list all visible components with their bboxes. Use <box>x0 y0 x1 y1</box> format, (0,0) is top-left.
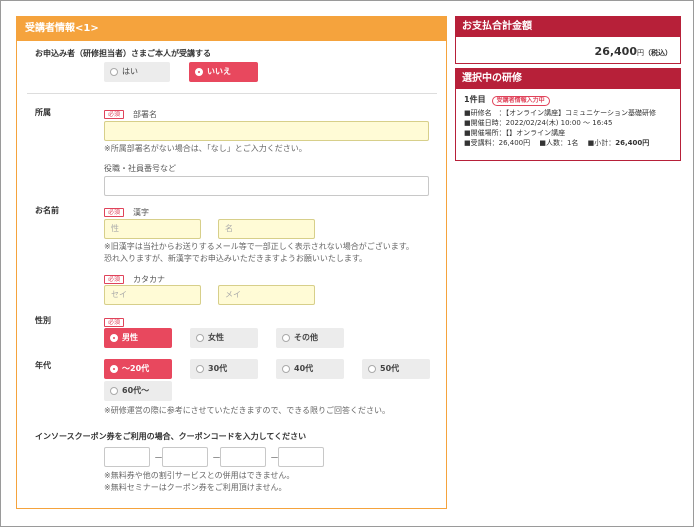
age-40s-label: 40代 <box>294 364 314 373</box>
kanji-note-2: 恐れ入りますが、新漢字でお申込みいただきますようお願いいたします。 <box>104 254 368 263</box>
radio-selected-icon <box>110 334 118 342</box>
course-panel-title: 選択中の研修 <box>456 69 680 89</box>
coupon-input-1[interactable] <box>104 447 150 467</box>
kana-first-input[interactable]: メイ <box>218 285 315 305</box>
form-header: 受講者情報<1> <box>17 17 446 41</box>
course-number: 1件目 <box>464 95 486 104</box>
course-subtotal-label: ■小計： <box>587 139 616 147</box>
radio-circle-icon <box>282 365 290 373</box>
radio-circle-icon <box>196 334 204 342</box>
gender-other-label: その他 <box>294 333 318 342</box>
gender-required-badge: 必須 <box>104 317 125 327</box>
name-required-badge: 必須 <box>104 207 125 217</box>
dept-note: ※所属部署名がない場合は、「なし」とご入力ください。 <box>104 144 307 153</box>
course-status-badge: 受講者情報入力中 <box>491 96 550 106</box>
gender-male-label: 男性 <box>122 333 138 342</box>
selected-course-panel: 選択中の研修 1件目 受講者情報入力中 ■研修名 ：【オンライン講座】コミュニケー… <box>455 68 681 161</box>
radio-circle-icon <box>282 334 290 342</box>
gender-male-radio[interactable]: 男性 <box>104 328 172 348</box>
divider <box>27 93 437 94</box>
age-60s-radio[interactable]: 60代～ <box>104 381 172 401</box>
radio-circle-icon <box>196 365 204 373</box>
radio-selected-icon <box>195 68 203 76</box>
coupon-input-3[interactable] <box>220 447 266 467</box>
dept-required-badge: 必須 <box>104 109 125 119</box>
radio-circle-icon <box>110 68 118 76</box>
coupon-note-2: ※無料セミナーはクーポン券をご利用頂けません。 <box>104 483 287 492</box>
last-name-input[interactable]: 性 <box>104 219 201 239</box>
first-name-input[interactable]: 名 <box>218 219 315 239</box>
attendee-form-panel: 受講者情報<1> お申込み者（研修担当者）さまご本人が受講する はい いいえ 所… <box>16 16 447 509</box>
applicant-yes-radio[interactable]: はい <box>104 62 170 82</box>
radio-circle-icon <box>110 387 118 395</box>
affiliation-section-label: 所属 <box>35 108 51 117</box>
coupon-input-4[interactable] <box>278 447 324 467</box>
dept-input[interactable] <box>104 121 429 141</box>
applicant-no-radio[interactable]: いいえ <box>189 62 258 82</box>
kana-label: カタカナ <box>133 275 165 284</box>
gender-other-radio[interactable]: その他 <box>276 328 344 348</box>
total-tax-label: （税込） <box>644 49 672 57</box>
applicant-no-label: いいえ <box>207 67 231 76</box>
course-people: ■人数：1名 <box>539 139 579 147</box>
applicant-yes-label: はい <box>122 67 138 76</box>
gender-female-label: 女性 <box>208 333 224 342</box>
kanji-label: 漢字 <box>133 208 149 217</box>
gender-female-radio[interactable]: 女性 <box>190 328 258 348</box>
age-note: ※研修運営の際に参考にさせていただきますので、できる限りご回答ください。 <box>104 406 391 415</box>
coupon-input-2[interactable] <box>162 447 208 467</box>
radio-selected-icon <box>110 365 118 373</box>
total-amount: 26,400円（税込） <box>595 45 672 58</box>
course-place: ■開催場所：【】オンライン講座 <box>464 129 566 137</box>
coupon-note-1: ※無料券や他の割引サービスとの併用はできません。 <box>104 471 295 480</box>
age-30s-radio[interactable]: 30代 <box>190 359 258 379</box>
course-fee: ■受講料：26,400円 <box>464 139 531 147</box>
kanji-note-1: ※旧漢字は当社からお送りするメール等で一部正しく表示されない場合がございます。 <box>104 242 414 251</box>
course-fee-row: ■受講料：26,400円 ■人数：1名 ■小計：26,400円 <box>464 138 672 148</box>
age-60s-label: 60代～ <box>122 386 150 395</box>
dept-label: 部署名 <box>133 110 157 119</box>
age-50s-label: 50代 <box>380 364 400 373</box>
coupon-question: インソースクーポン券をご利用の場合、クーポンコードを入力してください <box>35 432 307 441</box>
position-label: 役職・社員番号など <box>104 164 176 173</box>
total-unit: 円 <box>637 49 644 57</box>
course-date: ■開催日時：2022/02/24(木) 10:00 ～ 16:45 <box>464 119 613 127</box>
position-input[interactable] <box>104 176 429 196</box>
course-name: ■研修名 ：【オンライン講座】コミュニケーション基礎研修 <box>464 109 656 117</box>
age-20s-label: ～20代 <box>122 364 150 373</box>
age-40s-radio[interactable]: 40代 <box>276 359 344 379</box>
total-title: お支払合計金額 <box>456 17 680 37</box>
age-20s-radio[interactable]: ～20代 <box>104 359 172 379</box>
course-subtotal: 26,400円 <box>615 139 650 147</box>
name-section-label: お名前 <box>35 206 59 215</box>
gender-section-label: 性別 <box>35 316 51 325</box>
age-section-label: 年代 <box>35 361 51 370</box>
applicant-question: お申込み者（研修担当者）さまご本人が受講する <box>35 49 211 58</box>
total-panel: お支払合計金額 26,400円（税込） <box>455 16 681 64</box>
kana-last-input[interactable]: セイ <box>104 285 201 305</box>
radio-circle-icon <box>368 365 376 373</box>
kana-required-badge: 必須 <box>104 274 125 284</box>
total-value: 26,400 <box>594 45 637 58</box>
age-30s-label: 30代 <box>208 364 228 373</box>
age-50s-radio[interactable]: 50代 <box>362 359 430 379</box>
